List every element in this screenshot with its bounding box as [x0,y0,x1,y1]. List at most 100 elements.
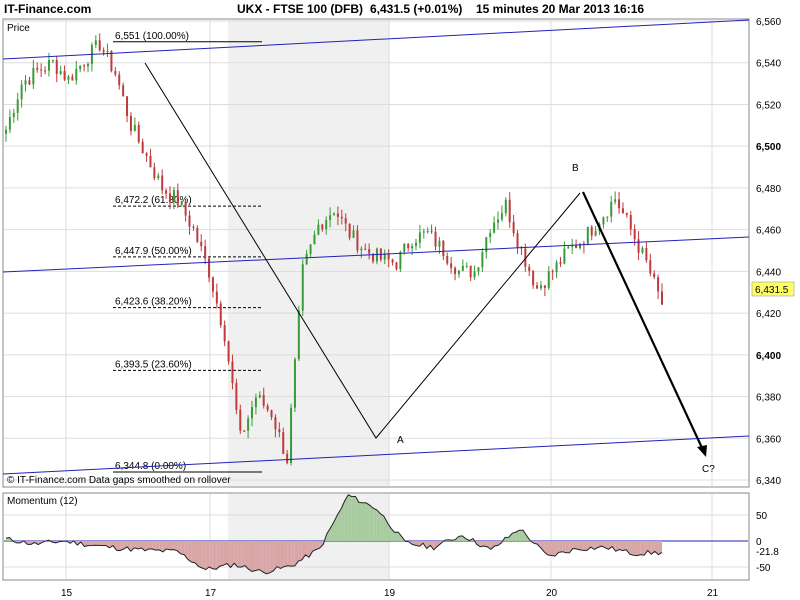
momentum-area-segment [148,541,153,549]
momentum-area-segment [344,494,349,541]
momentum-area-segment [562,541,566,553]
x-tick-label: 17 [205,588,217,599]
y-tick-label: 6,480 [756,184,781,195]
footer-note: © IT-Finance.com Data gaps smoothed on r… [7,475,231,486]
price-candle [395,261,398,271]
price-candle [293,357,296,413]
price-candle [235,378,238,415]
momentum-axis: 500-50 [756,511,771,574]
x-tick-label: 15 [61,588,73,599]
momentum-area-segment [291,541,295,567]
momentum-area-segment [166,541,170,550]
momentum-area-segment [205,541,210,570]
momentum-area-segment [191,541,195,563]
momentum-area-segment [558,541,563,553]
momentum-area-segment [98,541,103,546]
price-candle [219,300,222,328]
momentum-area-segment [27,541,31,545]
y-tick-label: 6,520 [756,100,781,111]
momentum-area-segment [209,541,213,569]
price-candle [227,340,230,365]
momentum-area-segment [547,541,552,556]
y-tick-label: 6,380 [756,393,781,404]
momentum-area-segment [216,541,220,570]
momentum-area-segment [355,496,359,541]
momentum-area-segment [633,541,638,556]
momentum-area-segment [248,541,252,572]
price-candle [290,403,293,466]
momentum-area-segment [376,509,381,541]
momentum-area-segment [223,541,228,566]
momentum-area-segment [629,541,634,556]
wave-label: C? [702,464,715,475]
fib-level-label: 6,447.9 (50.00%) [115,246,192,257]
momentum-area-segment [380,513,384,541]
x-tick-label: 21 [707,588,719,599]
momentum-area-segment [276,541,281,569]
fib-level-label: 6,472.2 (61.80%) [115,195,192,206]
y-tick-label: 6,560 [756,17,781,28]
momentum-area-segment [565,541,570,553]
momentum-area-segment [219,541,224,567]
momentum-area-segment [170,541,174,550]
momentum-value-tag: -21.8 [756,547,779,558]
momentum-area-segment [287,541,292,567]
fib-level-label: 6,423.6 (38.20%) [115,297,192,308]
momentum-area-segment [298,541,302,562]
momentum-area-segment [269,541,274,573]
momentum-area-segment [394,532,399,541]
wave-label: A [397,435,404,446]
y-tick-label: 6,340 [756,476,781,487]
momentum-area-segment [266,541,270,574]
time-axis: 15 17 19 20 21 [61,588,719,599]
momentum-tick-label: 50 [756,511,768,522]
x-tick-label: 19 [384,588,396,599]
momentum-panel-label: Momentum (12) [7,496,78,507]
momentum-area-segment [255,541,260,571]
momentum-area-segment [173,541,178,551]
momentum-area-segment [362,502,367,541]
fib-level-label: 6,551 (100.00%) [115,31,189,42]
momentum-area-segment [198,541,203,568]
price-candle [586,226,589,246]
momentum-area-segment [583,541,588,551]
x-tick-label: 20 [546,588,558,599]
momentum-area-segment [373,508,377,541]
y-tick-label: 6,400 [756,351,781,362]
y-tick-label: 6,420 [756,309,781,320]
momentum-area-segment [88,541,92,546]
momentum-area-segment [116,541,121,551]
y-tick-label: 6,540 [756,59,781,70]
momentum-area-segment [280,541,285,569]
momentum-area-segment [358,502,363,541]
momentum-area-segment [572,541,577,549]
momentum-area-segment [284,541,288,567]
price-panel-label: Price [7,23,30,34]
momentum-area-segment [622,541,627,551]
price-candle [301,259,304,317]
momentum-area-segment [259,541,263,572]
momentum-area-segment [187,541,192,563]
momentum-area-segment [366,502,370,541]
momentum-area-segment [202,541,206,570]
momentum-area-segment [351,496,356,541]
momentum-area-segment [237,541,242,568]
momentum-area-segment [241,541,245,568]
momentum-area-segment [155,541,160,551]
momentum-area-segment [244,541,249,570]
wave-label: B [572,163,579,174]
momentum-area-segment [102,541,106,546]
momentum-area-segment [580,541,584,551]
y-tick-label: 6,460 [756,226,781,237]
fib-level-label: 6,393.5 (23.60%) [115,359,192,370]
momentum-area-segment [252,541,256,572]
y-tick-label: 6,440 [756,267,781,278]
momentum-area-segment [637,541,641,556]
y-tick-label: 6,360 [756,434,781,445]
momentum-area-segment [640,541,645,556]
momentum-area-segment [91,541,96,546]
last-price-tag: 6,431.5 [755,285,789,296]
price-axis: 6,560 6,540 6,520 6,500 6,480 6,460 6,440 6,420… [756,17,781,487]
momentum-area-segment [551,541,556,557]
momentum-area-segment [262,541,267,574]
